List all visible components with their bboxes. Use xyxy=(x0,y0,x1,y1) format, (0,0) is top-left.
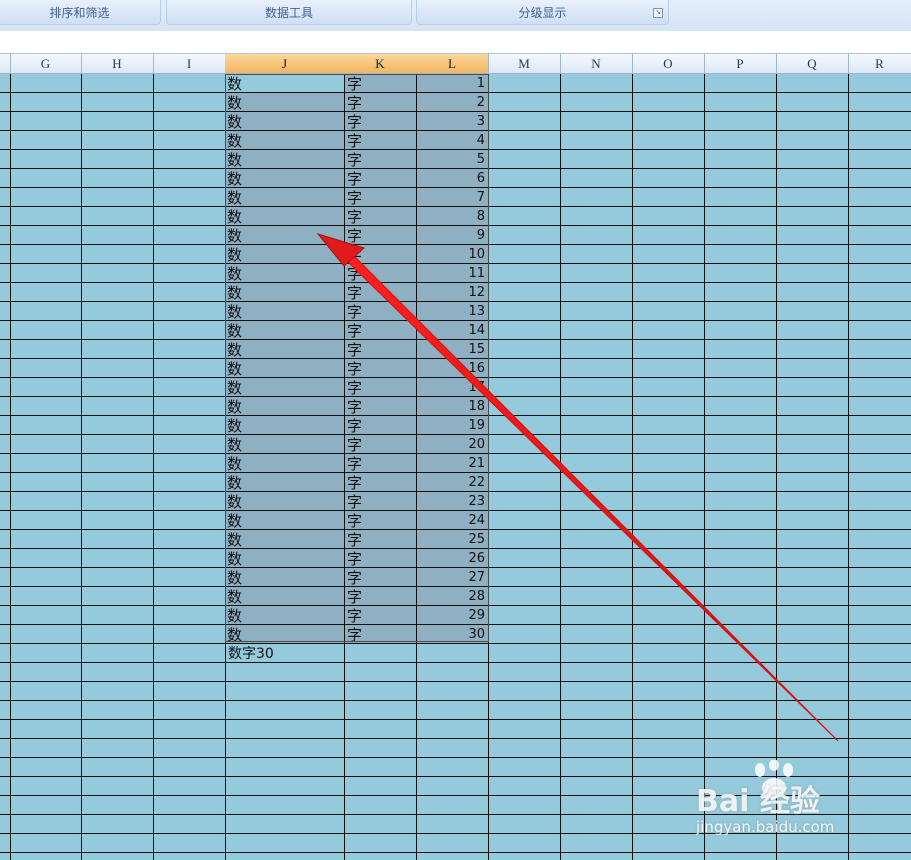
arrow-shaft xyxy=(345,253,839,742)
arrow-icon xyxy=(316,233,839,742)
baidu-jingyan-watermark: Bai 经验 jingyan.baidu.com xyxy=(696,760,866,840)
red-arrow-annotation xyxy=(316,233,839,742)
watermark-brand: Bai 经验 xyxy=(696,784,820,819)
watermark-url: jingyan.baidu.com xyxy=(696,818,835,836)
